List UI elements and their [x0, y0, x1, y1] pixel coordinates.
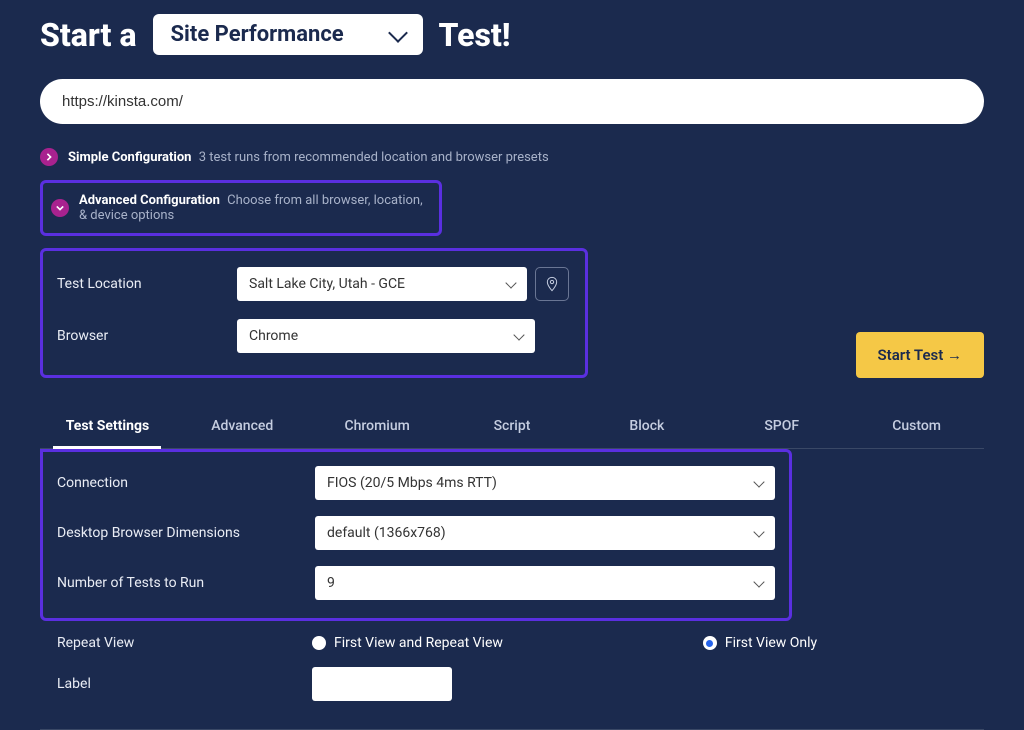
- runs-value: 9: [327, 575, 335, 591]
- chevron-down-icon: [51, 199, 69, 217]
- dimensions-select[interactable]: default (1366x768): [315, 516, 775, 550]
- repeat-view-label: Repeat View: [57, 635, 312, 651]
- chevron-down-icon: [388, 23, 408, 43]
- browser-label: Browser: [57, 328, 237, 344]
- label-input[interactable]: [312, 667, 452, 701]
- connection-select[interactable]: FIOS (20/5 Mbps 4ms RTT): [315, 466, 775, 500]
- url-input[interactable]: [40, 79, 984, 124]
- tab-spof[interactable]: SPOF: [714, 404, 849, 448]
- advanced-config-title: Advanced Configuration: [79, 193, 220, 208]
- tab-block[interactable]: Block: [579, 404, 714, 448]
- map-location-button[interactable]: [535, 267, 569, 301]
- chevron-down-icon: [513, 329, 524, 340]
- radio-icon: [703, 636, 717, 650]
- chevron-right-icon: [40, 148, 58, 166]
- connection-label: Connection: [57, 475, 315, 491]
- tab-chromium[interactable]: Chromium: [310, 404, 445, 448]
- test-location-label: Test Location: [57, 276, 237, 292]
- headline-prefix: Start a: [40, 16, 137, 54]
- test-settings-highlight: Connection FIOS (20/5 Mbps 4ms RTT) Desk…: [40, 449, 792, 621]
- simple-config-row[interactable]: Simple Configuration 3 test runs from re…: [40, 142, 984, 172]
- dimensions-value: default (1366x768): [327, 525, 446, 541]
- connection-value: FIOS (20/5 Mbps 4ms RTT): [327, 475, 497, 491]
- test-type-value: Site Performance: [171, 22, 344, 47]
- tab-custom[interactable]: Custom: [849, 404, 984, 448]
- runs-label: Number of Tests to Run: [57, 575, 315, 591]
- chevron-down-icon: [753, 576, 764, 587]
- test-type-select[interactable]: Site Performance: [153, 14, 423, 55]
- page-headline: Start a Site Performance Test!: [40, 14, 984, 55]
- start-test-label: Start Test →: [878, 346, 963, 364]
- label-field-label: Label: [57, 676, 312, 692]
- radio-icon: [312, 636, 326, 650]
- headline-suffix: Test!: [439, 16, 511, 54]
- runs-select[interactable]: 9: [315, 566, 775, 600]
- radio-first-and-repeat[interactable]: First View and Repeat View: [312, 635, 503, 651]
- chevron-down-icon: [505, 277, 516, 288]
- simple-config-desc: 3 test runs from recommended location an…: [199, 150, 549, 165]
- browser-select[interactable]: Chrome: [237, 319, 535, 353]
- tab-test-settings[interactable]: Test Settings: [40, 404, 175, 448]
- browser-value: Chrome: [249, 328, 298, 344]
- settings-tabs: Test Settings Advanced Chromium Script B…: [40, 404, 984, 449]
- radio-first-and-repeat-label: First View and Repeat View: [334, 635, 503, 651]
- radio-first-only[interactable]: First View Only: [703, 635, 817, 651]
- map-pin-icon: [544, 276, 560, 292]
- chevron-down-icon: [753, 526, 764, 537]
- simple-config-title: Simple Configuration: [68, 150, 191, 165]
- tab-script[interactable]: Script: [445, 404, 580, 448]
- advanced-config-row[interactable]: Advanced Configuration Choose from all b…: [51, 193, 431, 223]
- test-location-select[interactable]: Salt Lake City, Utah - GCE: [237, 267, 527, 301]
- radio-first-only-label: First View Only: [725, 635, 817, 651]
- test-location-value: Salt Lake City, Utah - GCE: [249, 276, 405, 292]
- tab-advanced[interactable]: Advanced: [175, 404, 310, 448]
- dimensions-label: Desktop Browser Dimensions: [57, 525, 315, 541]
- start-test-button[interactable]: Start Test →: [856, 332, 985, 378]
- chevron-down-icon: [753, 476, 764, 487]
